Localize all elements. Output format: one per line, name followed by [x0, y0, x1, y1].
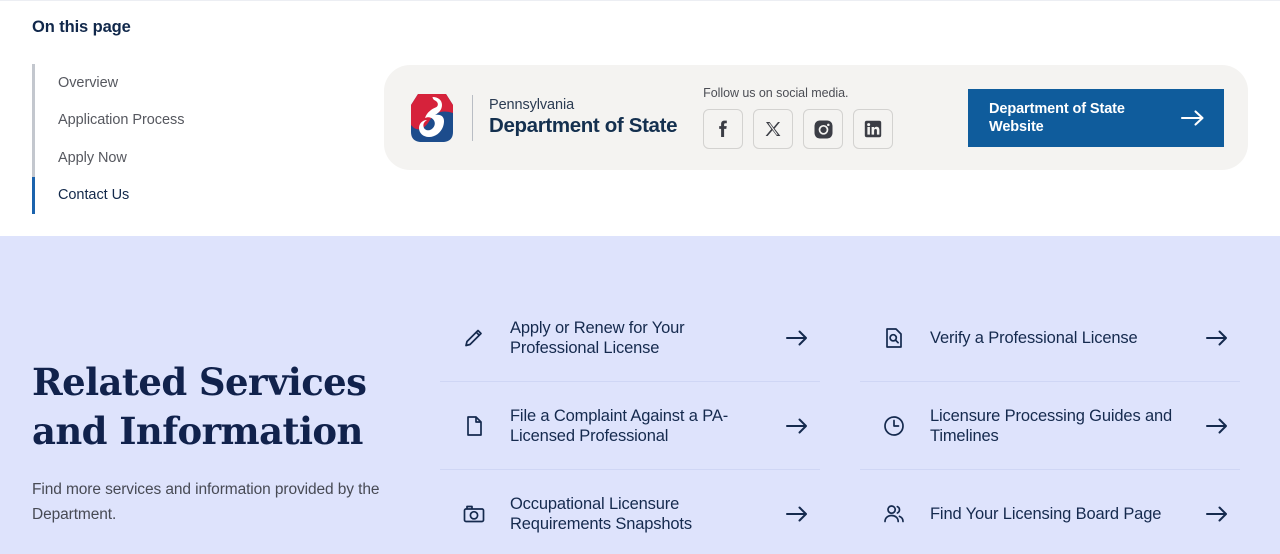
toc-indicator-bar [32, 101, 35, 139]
camera-icon [460, 500, 488, 528]
social-media-label: Follow us on social media. [703, 86, 849, 100]
linkedin-icon [864, 120, 882, 138]
related-services-section: Related Services and Information Find mo… [0, 236, 1280, 554]
service-link-processing-guides-timelines[interactable]: Licensure Processing Guides and Timeline… [860, 382, 1240, 470]
toc-item-contact-us[interactable]: Contact Us [32, 176, 332, 214]
service-link-label: Licensure Processing Guides and Timeline… [930, 406, 1173, 445]
document-search-icon [880, 324, 908, 352]
department-of-state-website-button[interactable]: Department of State Website [968, 88, 1224, 147]
service-link-label: Verify a Professional License [930, 328, 1138, 347]
toc-item-label: Contact Us [58, 187, 130, 204]
related-services-right-column: Verify a Professional License Licensure … [860, 294, 1240, 554]
on-this-page-title: On this page [32, 18, 131, 36]
department-of-state-website-label: Department of State Website [989, 100, 1125, 135]
x-twitter-link[interactable] [753, 109, 794, 149]
arrow-right-icon [1202, 417, 1232, 435]
service-link-label: File a Complaint Against a PA-Licensed P… [510, 406, 729, 445]
toc-item-label: Apply Now [58, 149, 127, 166]
agency-banner-card: Pennsylvania Department of State Follow … [384, 65, 1248, 170]
toc-item-label: Overview [58, 74, 119, 91]
service-link-label: Find Your Licensing Board Page [930, 504, 1162, 523]
facebook-icon [719, 120, 727, 137]
arrow-right-icon [782, 329, 812, 347]
pa-keystone-logo-icon [411, 93, 453, 142]
related-services-left-column: Apply or Renew for Your Professional Lic… [440, 294, 820, 554]
on-this-page-nav: Overview Application Process Apply Now C… [32, 64, 332, 214]
toc-item-overview[interactable]: Overview [32, 64, 332, 102]
social-media-buttons [703, 109, 894, 149]
toc-item-label: Application Process [58, 112, 185, 129]
service-link-file-a-complaint[interactable]: File a Complaint Against a PA-Licensed P… [440, 382, 820, 470]
service-link-find-licensing-board[interactable]: Find Your Licensing Board Page [860, 470, 1240, 554]
toc-item-apply-now[interactable]: Apply Now [32, 139, 332, 177]
instagram-link[interactable] [803, 109, 844, 149]
agency-logo[interactable]: Pennsylvania Department of State [408, 90, 677, 146]
service-link-label: Apply or Renew for Your Professional Lic… [510, 318, 685, 357]
page-top-section: On this page Overview Application Proces… [0, 0, 1280, 236]
pencil-icon [460, 324, 488, 352]
toc-item-application-process[interactable]: Application Process [32, 101, 332, 139]
logo-divider [472, 94, 473, 141]
instagram-icon [814, 120, 833, 138]
service-link-verify-a-license[interactable]: Verify a Professional License [860, 294, 1240, 382]
linkedin-link[interactable] [853, 109, 894, 149]
arrow-right-icon [1180, 109, 1204, 126]
related-services-subtitle: Find more services and information provi… [32, 481, 380, 523]
related-services-heading: Related Services and Information [32, 360, 367, 453]
related-services-grid: Apply or Renew for Your Professional Lic… [440, 294, 1240, 554]
x-twitter-icon [765, 122, 781, 136]
service-link-apply-or-renew[interactable]: Apply or Renew for Your Professional Lic… [440, 294, 820, 382]
facebook-link[interactable] [703, 109, 744, 149]
arrow-right-icon [782, 505, 812, 523]
service-link-label: Occupational Licensure Requirements Snap… [510, 494, 692, 533]
agency-logo-line1: Pennsylvania [489, 97, 575, 113]
related-services-intro: Related Services and Information Find mo… [32, 358, 422, 527]
arrow-right-icon [782, 417, 812, 435]
arrow-right-icon [1202, 329, 1232, 347]
toc-indicator-bar-active [32, 176, 35, 214]
arrow-right-icon [1202, 505, 1232, 523]
agency-logo-line2: Department of State [489, 114, 678, 137]
people-icon [880, 500, 908, 528]
toc-indicator-bar [32, 64, 35, 102]
social-media-block: Follow us on social media. [703, 86, 894, 149]
toc-indicator-bar [32, 139, 35, 177]
service-link-occupational-licensure-snapshots[interactable]: Occupational Licensure Requirements Snap… [440, 470, 820, 554]
document-icon [460, 412, 488, 440]
clock-icon [880, 412, 908, 440]
